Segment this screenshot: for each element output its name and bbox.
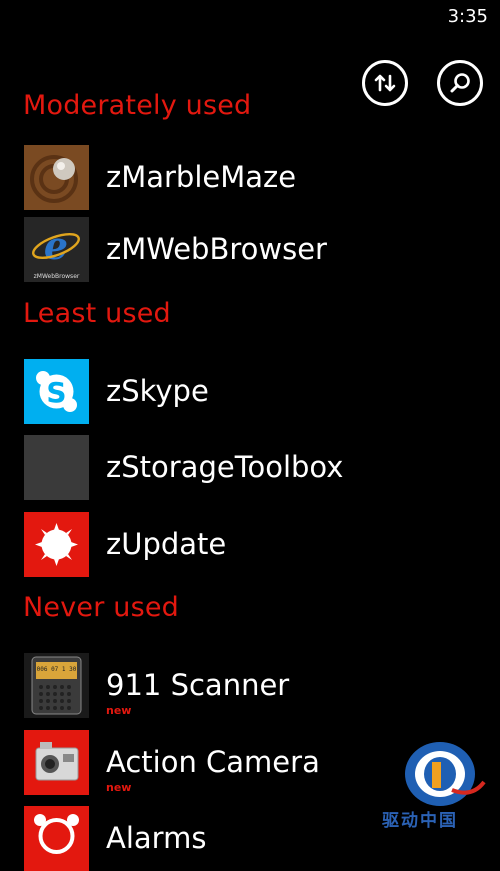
section-header-moderately-used: Moderately used xyxy=(23,90,252,121)
marble-maze-icon xyxy=(24,144,89,210)
app-name: Action Camera xyxy=(106,745,320,779)
svg-text:S: S xyxy=(46,376,66,409)
section-header-never-used: Never used xyxy=(23,592,180,623)
search-icon xyxy=(450,73,470,93)
search-button[interactable] xyxy=(437,60,483,106)
app-name: zUpdate xyxy=(106,527,227,561)
app-item-zstoragetoolbox[interactable]: zStorageToolbox xyxy=(24,434,484,500)
new-badge: new xyxy=(106,704,132,717)
action-camera-icon xyxy=(24,729,89,795)
app-name: zStorageToolbox xyxy=(106,450,344,484)
app-name: Alarms xyxy=(106,821,207,855)
app-name: zMarbleMaze xyxy=(106,160,297,194)
status-time: 3:35 xyxy=(447,6,488,27)
app-item-zmarblemaze[interactable]: zMarbleMaze xyxy=(24,144,484,210)
app-name: 911 Scanner xyxy=(106,668,290,702)
app-name: zSkype xyxy=(106,374,209,408)
app-item-zskype[interactable]: S zSkype xyxy=(24,358,484,424)
scanner-radio-icon: 006 07 1 30 xyxy=(24,652,89,718)
app-item-911-scanner[interactable]: 006 07 1 30 911 Scanner new xyxy=(24,652,484,718)
skype-icon: S xyxy=(24,358,89,424)
scanner-display-text: 006 07 1 30 xyxy=(36,665,77,673)
update-icon xyxy=(24,511,89,577)
sort-button[interactable] xyxy=(362,60,408,106)
sort-arrows-icon xyxy=(374,74,396,92)
alarm-clock-icon xyxy=(24,805,89,871)
app-item-zupdate[interactable]: zUpdate xyxy=(24,511,484,577)
web-browser-icon: e zMWebBrowser xyxy=(24,216,89,282)
svg-text:e: e xyxy=(44,223,68,268)
watermark-text: 驱动中国 xyxy=(382,811,458,831)
tile-caption: zMWebBrowser xyxy=(33,272,80,280)
app-name: zMWebBrowser xyxy=(106,232,327,266)
new-badge: new xyxy=(106,781,132,794)
section-header-least-used: Least used xyxy=(23,298,171,329)
storage-toolbox-icon xyxy=(24,434,89,500)
app-item-zmwebbrowser[interactable]: e zMWebBrowser zMWebBrowser xyxy=(24,216,484,282)
